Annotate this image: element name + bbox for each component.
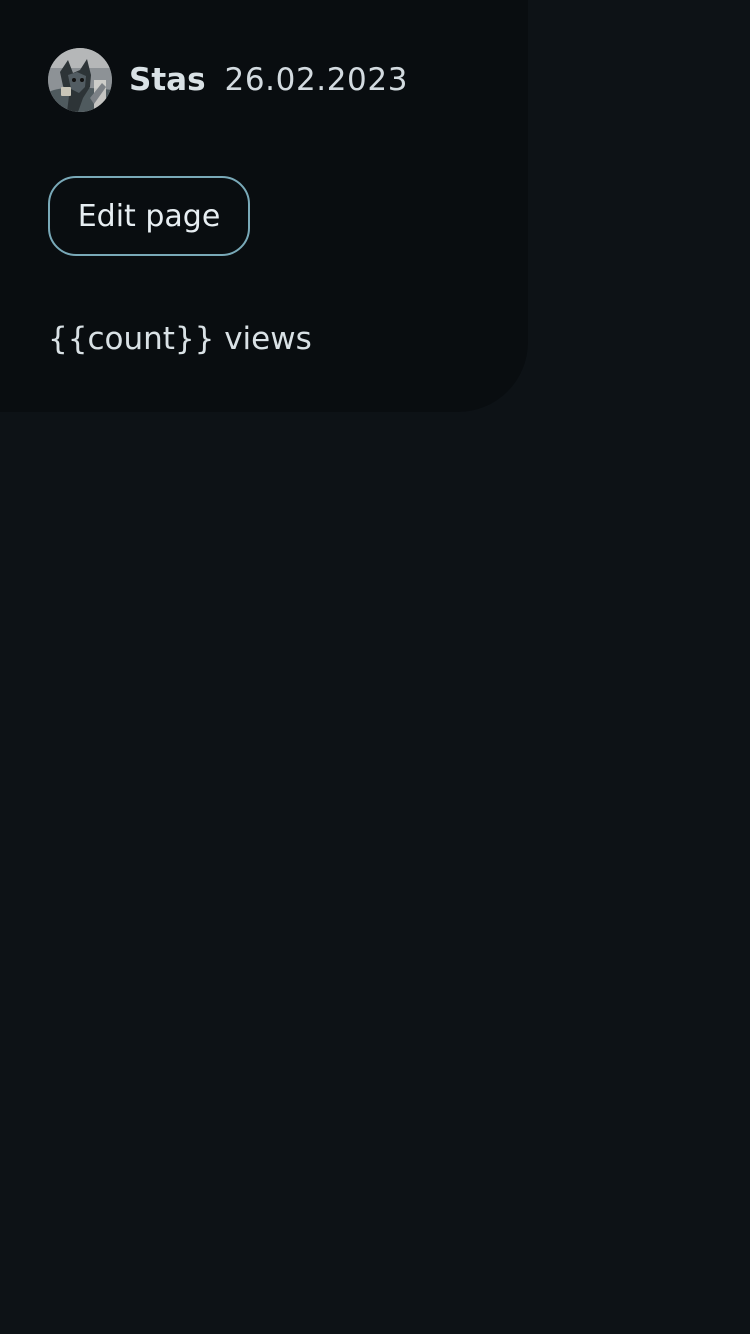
views-count: {{count}} views xyxy=(48,321,312,357)
post-meta-card: Stas 26.02.2023 Edit page {{count}} view… xyxy=(0,0,528,412)
edit-page-button[interactable]: Edit page xyxy=(48,176,250,256)
author-avatar[interactable] xyxy=(48,48,112,112)
user-photo-avatar-icon xyxy=(48,48,112,112)
post-date: 26.02.2023 xyxy=(224,61,409,98)
author-name[interactable]: Stas xyxy=(129,64,206,96)
author-row: Stas 26.02.2023 xyxy=(48,48,528,112)
